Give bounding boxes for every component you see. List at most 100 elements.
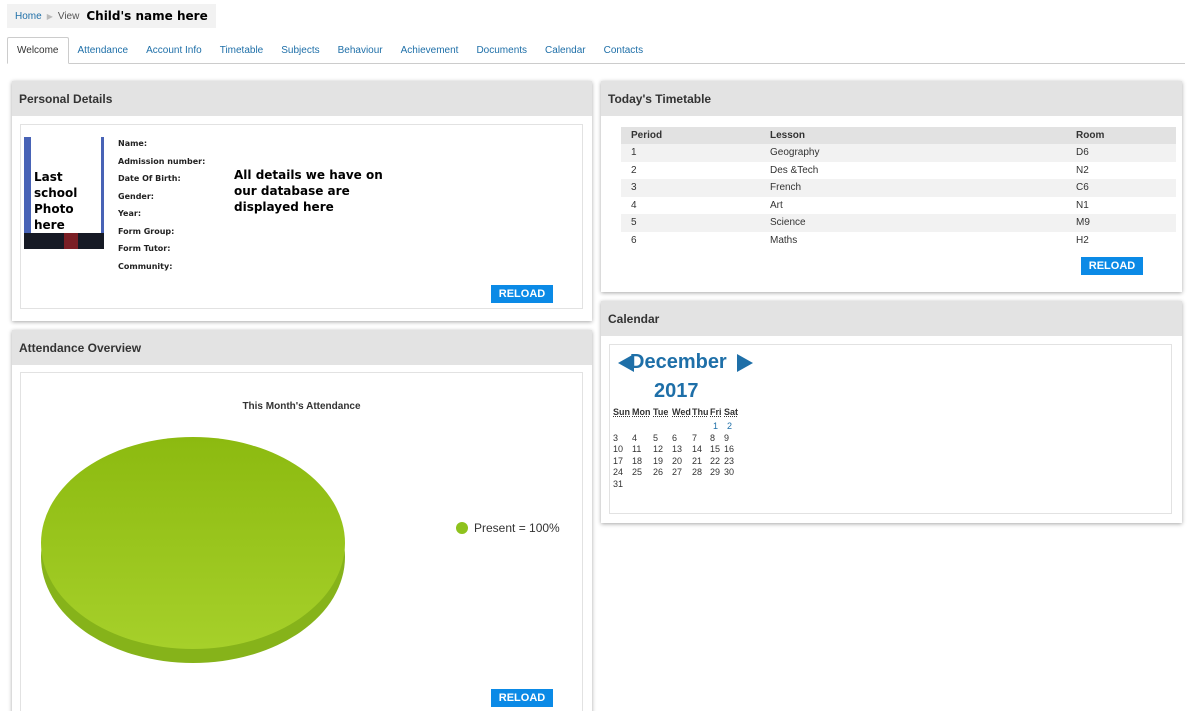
field-dob-label: Date Of Birth:: [118, 174, 181, 183]
field-community-label: Community:: [118, 261, 173, 271]
calendar-day[interactable]: 5: [653, 433, 658, 443]
calendar-year: 2017: [654, 380, 699, 402]
calendar-day[interactable]: 27: [672, 467, 682, 477]
timetable-body: Period Lesson Room 1 Geography D6 2 Des …: [609, 116, 1176, 286]
weekday-thu: Thu: [692, 407, 709, 417]
breadcrumb-separator-icon: ▶: [46, 11, 53, 21]
calendar-week: 3 4 5 6 7 8 9: [613, 433, 753, 445]
field-admission-label: Admission number:: [118, 156, 206, 166]
tab-calendar[interactable]: Calendar: [536, 37, 595, 63]
field-form-tutor-label: Form Tutor:: [118, 244, 171, 253]
calendar-day[interactable]: 3: [613, 433, 618, 443]
tab-subjects[interactable]: Subjects: [272, 37, 328, 63]
calendar-week: 17 18 19 20 21 22 23: [613, 456, 753, 468]
calendar-day[interactable]: 14: [692, 444, 702, 454]
calendar-week: 31: [613, 479, 753, 491]
tab-achievement[interactable]: Achievement: [392, 37, 468, 63]
table-row: 5 Science M9: [621, 214, 1176, 232]
calendar-day[interactable]: 26: [653, 467, 663, 477]
calendar-day[interactable]: 8: [710, 433, 715, 443]
student-photo: Last school Photo here: [24, 137, 104, 249]
photo-placeholder-text: Last school Photo here: [34, 170, 78, 232]
tab-attendance[interactable]: Attendance: [69, 37, 138, 63]
calendar-day[interactable]: 20: [672, 456, 682, 466]
chart-title: This Month's Attendance: [242, 401, 361, 412]
calendar-day[interactable]: 9: [724, 433, 729, 443]
attendance-reload-button[interactable]: RELOAD: [491, 689, 553, 707]
calendar-day[interactable]: 31: [613, 479, 623, 489]
calendar-day[interactable]: 7: [692, 433, 697, 443]
chart-legend: Present = 100%: [456, 521, 560, 535]
tab-behaviour[interactable]: Behaviour: [329, 37, 392, 63]
tab-contacts[interactable]: Contacts: [595, 37, 652, 63]
calendar-day[interactable]: 16: [724, 444, 734, 454]
tab-documents[interactable]: Documents: [467, 37, 536, 63]
calendar-day[interactable]: 28: [692, 467, 702, 477]
breadcrumb-home-link[interactable]: Home: [15, 11, 42, 22]
table-row: 6 Maths H2: [631, 234, 1089, 246]
tab-account-info[interactable]: Account Info: [137, 37, 211, 63]
attendance-panel: Attendance Overview This Month's Attenda…: [12, 330, 592, 711]
calendar-day[interactable]: 13: [672, 444, 682, 454]
table-row: 2 Des &Tech N2: [631, 164, 1089, 176]
personal-reload-button[interactable]: RELOAD: [491, 285, 553, 303]
legend-label-present: Present = 100%: [474, 521, 560, 535]
breadcrumb-view: View: [57, 10, 80, 22]
weekday-mon: Mon: [632, 407, 651, 417]
tab-bar: Welcome Attendance Account Info Timetabl…: [7, 37, 1185, 64]
table-row: 3 French C6: [621, 179, 1176, 197]
col-lesson: Lesson: [760, 127, 1066, 144]
calendar-day[interactable]: 11: [632, 444, 641, 454]
calendar-day[interactable]: 29: [710, 467, 720, 477]
calendar-month: December: [630, 351, 727, 373]
tab-timetable[interactable]: Timetable: [211, 37, 273, 63]
timetable-reload-button[interactable]: RELOAD: [1081, 257, 1143, 275]
weekday-sun: Sun: [613, 407, 630, 417]
details-note: All details we have on our database are …: [234, 168, 383, 214]
breadcrumb: Home ▶ View Child's name here: [7, 4, 216, 28]
calendar-week: 10 11 12 13 14 15 16: [613, 444, 753, 456]
timetable-panel: Today's Timetable Period Lesson Room 1 G…: [601, 81, 1182, 292]
calendar-title: Calendar: [601, 301, 1182, 336]
calendar-day[interactable]: 2: [727, 421, 732, 431]
breadcrumb-child-name: Child's name here: [86, 9, 208, 23]
calendar-day[interactable]: 22: [710, 456, 720, 466]
field-name-label: Name:: [118, 139, 148, 148]
weekday-sat: Sat: [724, 407, 739, 417]
calendar-day[interactable]: 6: [672, 433, 677, 443]
field-gender-label: Gender:: [118, 191, 154, 201]
legend-dot-icon: [456, 522, 468, 534]
calendar-panel: Calendar December 2017 Sun Mon Tue Wed T…: [601, 301, 1182, 523]
calendar-day[interactable]: 12: [653, 444, 663, 454]
calendar-day[interactable]: 25: [632, 467, 642, 477]
calendar-day[interactable]: 21: [692, 456, 702, 466]
weekday-fri: Fri: [710, 407, 722, 417]
attendance-pie-chart: [41, 437, 345, 663]
next-month-icon[interactable]: [736, 353, 753, 372]
calendar-day[interactable]: 1: [713, 421, 718, 431]
timetable-title: Today's Timetable: [601, 81, 1182, 116]
weekday-wed: Wed: [672, 407, 691, 417]
attendance-title: Attendance Overview: [12, 330, 592, 365]
personal-details-title: Personal Details: [12, 81, 592, 116]
calendar-day[interactable]: 24: [613, 467, 623, 477]
calendar-day[interactable]: 30: [724, 467, 734, 477]
details-list: Name: Admission number: Date Of Birth: G…: [118, 139, 205, 279]
col-room: Room: [1066, 127, 1176, 144]
calendar-day[interactable]: 23: [724, 456, 734, 466]
tab-welcome[interactable]: Welcome: [7, 37, 69, 64]
attendance-body: This Month's Attendance Present = 100% R…: [20, 372, 583, 711]
calendar-day[interactable]: 19: [653, 456, 663, 466]
table-row: 1 Geography D6: [621, 144, 1176, 162]
calendar-day[interactable]: 18: [632, 456, 642, 466]
field-form-group-label: Form Group:: [118, 226, 175, 236]
timetable-table: Period Lesson Room 1 Geography D6 2 Des …: [621, 127, 1176, 249]
weekday-tue: Tue: [653, 407, 669, 417]
personal-details-panel: Personal Details Last school Photo here …: [12, 81, 592, 321]
table-row: 4 Art N1: [631, 199, 1089, 211]
calendar-day[interactable]: 10: [613, 444, 623, 454]
calendar-day[interactable]: 15: [710, 444, 720, 454]
calendar-weekdays: Sun Mon Tue Wed Thu Fri Sat: [613, 407, 738, 417]
calendar-day[interactable]: 17: [613, 456, 623, 466]
calendar-day[interactable]: 4: [632, 433, 637, 443]
